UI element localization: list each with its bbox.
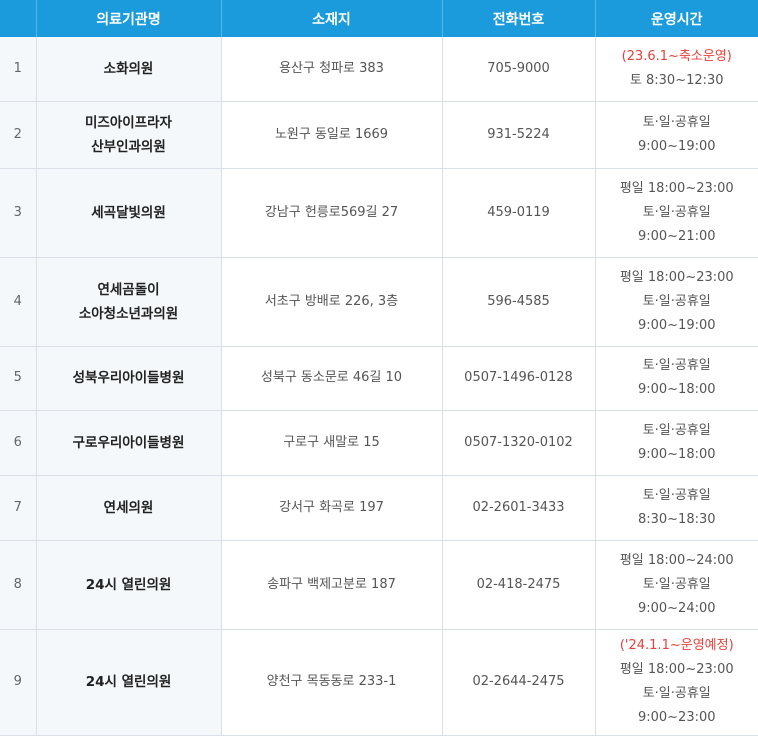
cell-line: 연세곰돌이 bbox=[37, 278, 221, 302]
hospital-name: 소화의원 bbox=[36, 37, 221, 101]
cell-line: 구로우리아이들병원 bbox=[37, 431, 221, 455]
operating-hours: ('24.1.1~운영예정)평일 18:00~23:00토·일·공휴일9:00~… bbox=[595, 629, 758, 735]
operating-hours: 평일 18:00~23:00토·일·공휴일9:00~21:00 bbox=[595, 168, 758, 257]
header-phone: 전화번호 bbox=[442, 0, 595, 37]
hospital-phone: 02-2644-2475 bbox=[442, 629, 595, 735]
cell-line: 성북우리아이들병원 bbox=[37, 366, 221, 390]
operating-hours: 토·일·공휴일9:00~19:00 bbox=[595, 101, 758, 168]
table-row: 6구로우리아이들병원구로구 새말로 150507-1320-0102토·일·공휴… bbox=[0, 410, 758, 475]
cell-line: 평일 18:00~24:00 bbox=[596, 549, 758, 573]
cell-line: 9:00~18:00 bbox=[596, 378, 758, 402]
table-row: 3세곡달빛의원강남구 헌릉로569길 27459-0119평일 18:00~23… bbox=[0, 168, 758, 257]
hospital-name: 연세곰돌이소아청소년과의원 bbox=[36, 257, 221, 346]
hospital-address: 구로구 새말로 15 bbox=[221, 410, 442, 475]
hospital-name: 성북우리아이들병원 bbox=[36, 346, 221, 410]
table-header-row: 의료기관명 소재지 전화번호 운영시간 bbox=[0, 0, 758, 37]
hospital-name: 미즈아이프라자산부인과의원 bbox=[36, 101, 221, 168]
hospital-address: 강서구 화곡로 197 bbox=[221, 475, 442, 540]
cell-line: 토·일·공휴일 bbox=[596, 484, 758, 508]
hospital-address: 송파구 백제고분로 187 bbox=[221, 540, 442, 629]
cell-line: 세곡달빛의원 bbox=[37, 201, 221, 225]
hospital-address: 양천구 목동동로 233-1 bbox=[221, 629, 442, 735]
cell-line: 산부인과의원 bbox=[37, 135, 221, 159]
row-number: 9 bbox=[0, 629, 36, 735]
row-number: 2 bbox=[0, 101, 36, 168]
cell-line: 토·일·공휴일 bbox=[596, 201, 758, 225]
hospital-address: 강남구 헌릉로569길 27 bbox=[221, 168, 442, 257]
cell-line: 연세의원 bbox=[37, 496, 221, 520]
operating-hours: 평일 18:00~23:00토·일·공휴일9:00~19:00 bbox=[595, 257, 758, 346]
cell-line: 토·일·공휴일 bbox=[596, 573, 758, 597]
hospital-address: 용산구 청파로 383 bbox=[221, 37, 442, 101]
hospital-name: 연세의원 bbox=[36, 475, 221, 540]
row-number: 7 bbox=[0, 475, 36, 540]
hospital-address: 서초구 방배로 226, 3층 bbox=[221, 257, 442, 346]
hospital-phone: 0507-1496-0128 bbox=[442, 346, 595, 410]
cell-line: 미즈아이프라자 bbox=[37, 111, 221, 135]
cell-line: 토·일·공휴일 bbox=[596, 354, 758, 378]
header-address: 소재지 bbox=[221, 0, 442, 37]
hospital-name: 구로우리아이들병원 bbox=[36, 410, 221, 475]
row-number: 1 bbox=[0, 37, 36, 101]
table-row: 5성북우리아이들병원성북구 동소문로 46길 100507-1496-0128토… bbox=[0, 346, 758, 410]
hospital-phone: 931-5224 bbox=[442, 101, 595, 168]
cell-line: 9:00~19:00 bbox=[596, 314, 758, 338]
operating-hours: (23.6.1~축소운영)토 8:30~12:30 bbox=[595, 37, 758, 101]
row-number: 3 bbox=[0, 168, 36, 257]
cell-line: 토·일·공휴일 bbox=[596, 111, 758, 135]
row-number: 8 bbox=[0, 540, 36, 629]
hospital-name: 24시 열린의원 bbox=[36, 629, 221, 735]
cell-line: 토·일·공휴일 bbox=[596, 419, 758, 443]
cell-line: 9:00~19:00 bbox=[596, 135, 758, 159]
row-number: 6 bbox=[0, 410, 36, 475]
cell-line: 9:00~24:00 bbox=[596, 597, 758, 621]
table-row: 7연세의원강서구 화곡로 19702-2601-3433토·일·공휴일8:30~… bbox=[0, 475, 758, 540]
hospital-phone: 705-9000 bbox=[442, 37, 595, 101]
table-row: 4연세곰돌이소아청소년과의원서초구 방배로 226, 3층596-4585평일 … bbox=[0, 257, 758, 346]
hospital-address: 성북구 동소문로 46길 10 bbox=[221, 346, 442, 410]
cell-line: 24시 열린의원 bbox=[37, 670, 221, 694]
hospital-name: 세곡달빛의원 bbox=[36, 168, 221, 257]
hospital-phone: 459-0119 bbox=[442, 168, 595, 257]
operating-hours: 토·일·공휴일8:30~18:30 bbox=[595, 475, 758, 540]
cell-line: 8:30~18:30 bbox=[596, 508, 758, 532]
status-note: ('24.1.1~운영예정) bbox=[596, 634, 758, 658]
cell-line: 9:00~21:00 bbox=[596, 225, 758, 249]
hospital-address: 노원구 동일로 1669 bbox=[221, 101, 442, 168]
table-row: 1소화의원용산구 청파로 383705-9000(23.6.1~축소운영)토 8… bbox=[0, 37, 758, 101]
cell-line: 소화의원 bbox=[37, 57, 221, 81]
operating-hours: 토·일·공휴일9:00~18:00 bbox=[595, 410, 758, 475]
cell-line: 토·일·공휴일 bbox=[596, 682, 758, 706]
header-no bbox=[0, 0, 36, 37]
cell-line: 24시 열린의원 bbox=[37, 573, 221, 597]
cell-line: 소아청소년과의원 bbox=[37, 302, 221, 326]
cell-line: 평일 18:00~23:00 bbox=[596, 177, 758, 201]
cell-line: 9:00~18:00 bbox=[596, 443, 758, 467]
table-row: 2미즈아이프라자산부인과의원노원구 동일로 1669931-5224토·일·공휴… bbox=[0, 101, 758, 168]
operating-hours: 토·일·공휴일9:00~18:00 bbox=[595, 346, 758, 410]
cell-line: 평일 18:00~23:00 bbox=[596, 266, 758, 290]
table-row: 824시 열린의원송파구 백제고분로 18702-418-2475평일 18:0… bbox=[0, 540, 758, 629]
cell-line: 평일 18:00~23:00 bbox=[596, 658, 758, 682]
cell-line: 9:00~23:00 bbox=[596, 706, 758, 730]
hospital-phone: 02-2601-3433 bbox=[442, 475, 595, 540]
operating-hours: 평일 18:00~24:00토·일·공휴일9:00~24:00 bbox=[595, 540, 758, 629]
hospital-name: 24시 열린의원 bbox=[36, 540, 221, 629]
cell-line: 토·일·공휴일 bbox=[596, 290, 758, 314]
hospital-table: 의료기관명 소재지 전화번호 운영시간 1소화의원용산구 청파로 383705-… bbox=[0, 0, 758, 736]
row-number: 5 bbox=[0, 346, 36, 410]
hospital-phone: 02-418-2475 bbox=[442, 540, 595, 629]
cell-line: 토 8:30~12:30 bbox=[596, 69, 758, 93]
row-number: 4 bbox=[0, 257, 36, 346]
header-hours: 운영시간 bbox=[595, 0, 758, 37]
status-note: (23.6.1~축소운영) bbox=[596, 45, 758, 69]
table-row: 924시 열린의원양천구 목동동로 233-102-2644-2475('24.… bbox=[0, 629, 758, 735]
hospital-phone: 0507-1320-0102 bbox=[442, 410, 595, 475]
hospital-phone: 596-4585 bbox=[442, 257, 595, 346]
header-name: 의료기관명 bbox=[36, 0, 221, 37]
